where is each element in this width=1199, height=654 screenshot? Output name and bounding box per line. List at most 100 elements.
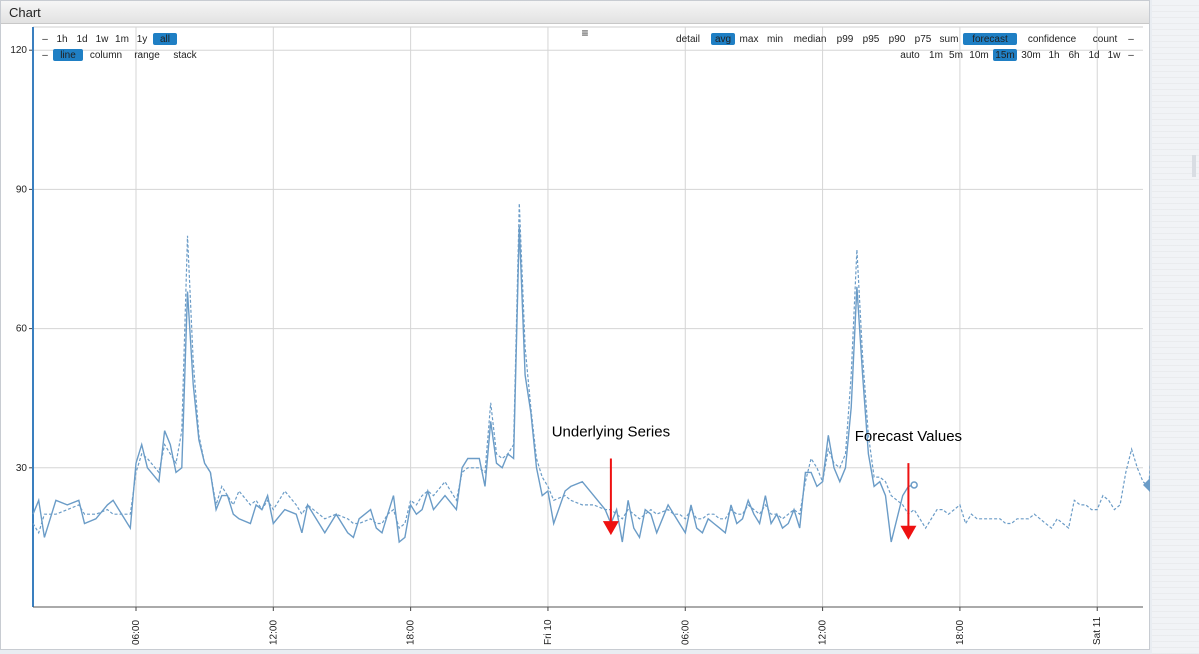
- control-label: 1m: [929, 50, 943, 61]
- last-value-badge: 26.3: [1143, 477, 1150, 492]
- control-label: p95: [863, 34, 880, 45]
- control-1d[interactable]: 1d: [1088, 50, 1099, 61]
- control-detail[interactable]: detail: [676, 34, 700, 45]
- control-auto[interactable]: auto: [900, 50, 920, 61]
- control-column[interactable]: column: [90, 50, 122, 61]
- control-p90[interactable]: p90: [889, 34, 906, 45]
- control-p99[interactable]: p99: [837, 34, 854, 45]
- control-1m[interactable]: 1m: [115, 34, 129, 45]
- control-label: stack: [173, 50, 197, 61]
- control-max[interactable]: max: [740, 34, 759, 45]
- control-label: p99: [837, 34, 854, 45]
- x-tick-label: 12:00: [268, 620, 279, 645]
- control-label: 15m: [995, 50, 1014, 61]
- y-tick-label: 120: [10, 45, 27, 56]
- control-label: median: [794, 34, 827, 45]
- control-label: min: [767, 34, 783, 45]
- control-median[interactable]: median: [794, 34, 827, 45]
- control-confidence[interactable]: confidence: [1028, 34, 1077, 45]
- control-count[interactable]: count: [1093, 34, 1118, 45]
- control-1h[interactable]: 1h: [56, 34, 67, 45]
- control-1h[interactable]: 1h: [1048, 50, 1059, 61]
- control-label: 1y: [137, 34, 148, 45]
- control-label: 10m: [969, 50, 988, 61]
- badge-shape: [1143, 477, 1150, 492]
- control-label: line: [60, 50, 76, 61]
- control-label: –: [42, 50, 48, 61]
- control-1w[interactable]: 1w: [96, 34, 110, 45]
- x-tick-label: 18:00: [955, 620, 966, 645]
- underlying-series-arrow-head: [602, 521, 619, 536]
- forecast-series-line: [32, 203, 1150, 535]
- control-label: p75: [915, 34, 932, 45]
- control-label: 1h: [56, 34, 67, 45]
- control-collapse[interactable]: –: [1128, 34, 1134, 45]
- control-15m[interactable]: 15m: [993, 49, 1017, 61]
- control-1y[interactable]: 1y: [137, 34, 148, 45]
- y-tick-label: 30: [16, 463, 28, 474]
- last-point-marker: [910, 481, 918, 489]
- axes: 30 60 90 120 06:00 12:00 18:00 Fri 10 06:00 12:00…: [10, 27, 1143, 645]
- control-label: sum: [940, 34, 959, 45]
- control-label: 1w: [96, 34, 110, 45]
- y-tick-label: 60: [16, 324, 28, 335]
- x-tick-label: 06:00: [131, 620, 142, 645]
- right-scroll-strip: [1152, 0, 1199, 654]
- control-label: 1h: [1048, 50, 1059, 61]
- scroll-marker: [1192, 155, 1196, 177]
- control-stack[interactable]: stack: [173, 50, 197, 61]
- x-tick-label: Sat 11: [1092, 616, 1103, 645]
- control-label: 1d: [1088, 50, 1099, 61]
- control-1d[interactable]: 1d: [76, 34, 87, 45]
- control-sum[interactable]: sum: [940, 34, 959, 45]
- control-collapse[interactable]: –: [1128, 50, 1134, 61]
- control-label: max: [740, 34, 759, 45]
- control-label: –: [1128, 50, 1134, 61]
- control-label: 5m: [949, 50, 963, 61]
- forecast-values-label: Forecast Values: [855, 428, 962, 445]
- series-layer: [32, 203, 1150, 544]
- control-label: count: [1093, 34, 1118, 45]
- x-tick-label: 12:00: [818, 620, 829, 645]
- control-30m[interactable]: 30m: [1021, 50, 1040, 61]
- control-label: 6h: [1068, 50, 1079, 61]
- chart-controls: –1h 1d 1w 1m 1y all– line column range stackdetai…: [42, 26, 1134, 61]
- control-label: –: [42, 34, 48, 45]
- control-all[interactable]: all: [153, 33, 177, 45]
- control-line[interactable]: line: [53, 49, 83, 61]
- control-label: confidence: [1028, 34, 1077, 45]
- control-range[interactable]: range: [134, 50, 160, 61]
- control-label: auto: [900, 50, 920, 61]
- underlying-series-line: [32, 226, 915, 544]
- control-label: p90: [889, 34, 906, 45]
- control-6h[interactable]: 6h: [1068, 50, 1079, 61]
- forecast-values-arrow-head: [900, 525, 917, 540]
- control-avg[interactable]: avg: [711, 33, 735, 45]
- control-label: 1m: [115, 34, 129, 45]
- control-label: 1w: [1108, 50, 1122, 61]
- control-min[interactable]: min: [767, 34, 783, 45]
- chart-svg: 30 60 90 120 06:00 12:00 18:00 Fri 10 06:00 12:00…: [10, 26, 1150, 645]
- x-tick-label: 06:00: [680, 620, 691, 645]
- control-collapse[interactable]: –: [42, 34, 48, 45]
- grid: [33, 26, 1143, 607]
- control-1m[interactable]: 1m: [929, 50, 943, 61]
- y-tick-label: 90: [16, 184, 28, 195]
- control-label: detail: [676, 34, 700, 45]
- control-forecast[interactable]: forecast: [963, 33, 1017, 45]
- control-collapse[interactable]: –: [42, 50, 48, 61]
- annotations-layer: Underlying Series Forecast Values: [552, 424, 962, 540]
- control-5m[interactable]: 5m: [949, 50, 963, 61]
- control-label: 30m: [1021, 50, 1040, 61]
- control-label: 1d: [76, 34, 87, 45]
- x-tick-label: Fri 10: [543, 619, 554, 645]
- menu-icon[interactable]: ≡: [581, 26, 588, 40]
- control-label: avg: [715, 34, 731, 45]
- control-1w[interactable]: 1w: [1108, 50, 1122, 61]
- control-p75[interactable]: p75: [915, 34, 932, 45]
- control-10m[interactable]: 10m: [969, 50, 988, 61]
- x-tick-label: 18:00: [406, 620, 417, 645]
- control-p95[interactable]: p95: [863, 34, 880, 45]
- control-label: range: [134, 50, 160, 61]
- underlying-series-label: Underlying Series: [552, 424, 670, 441]
